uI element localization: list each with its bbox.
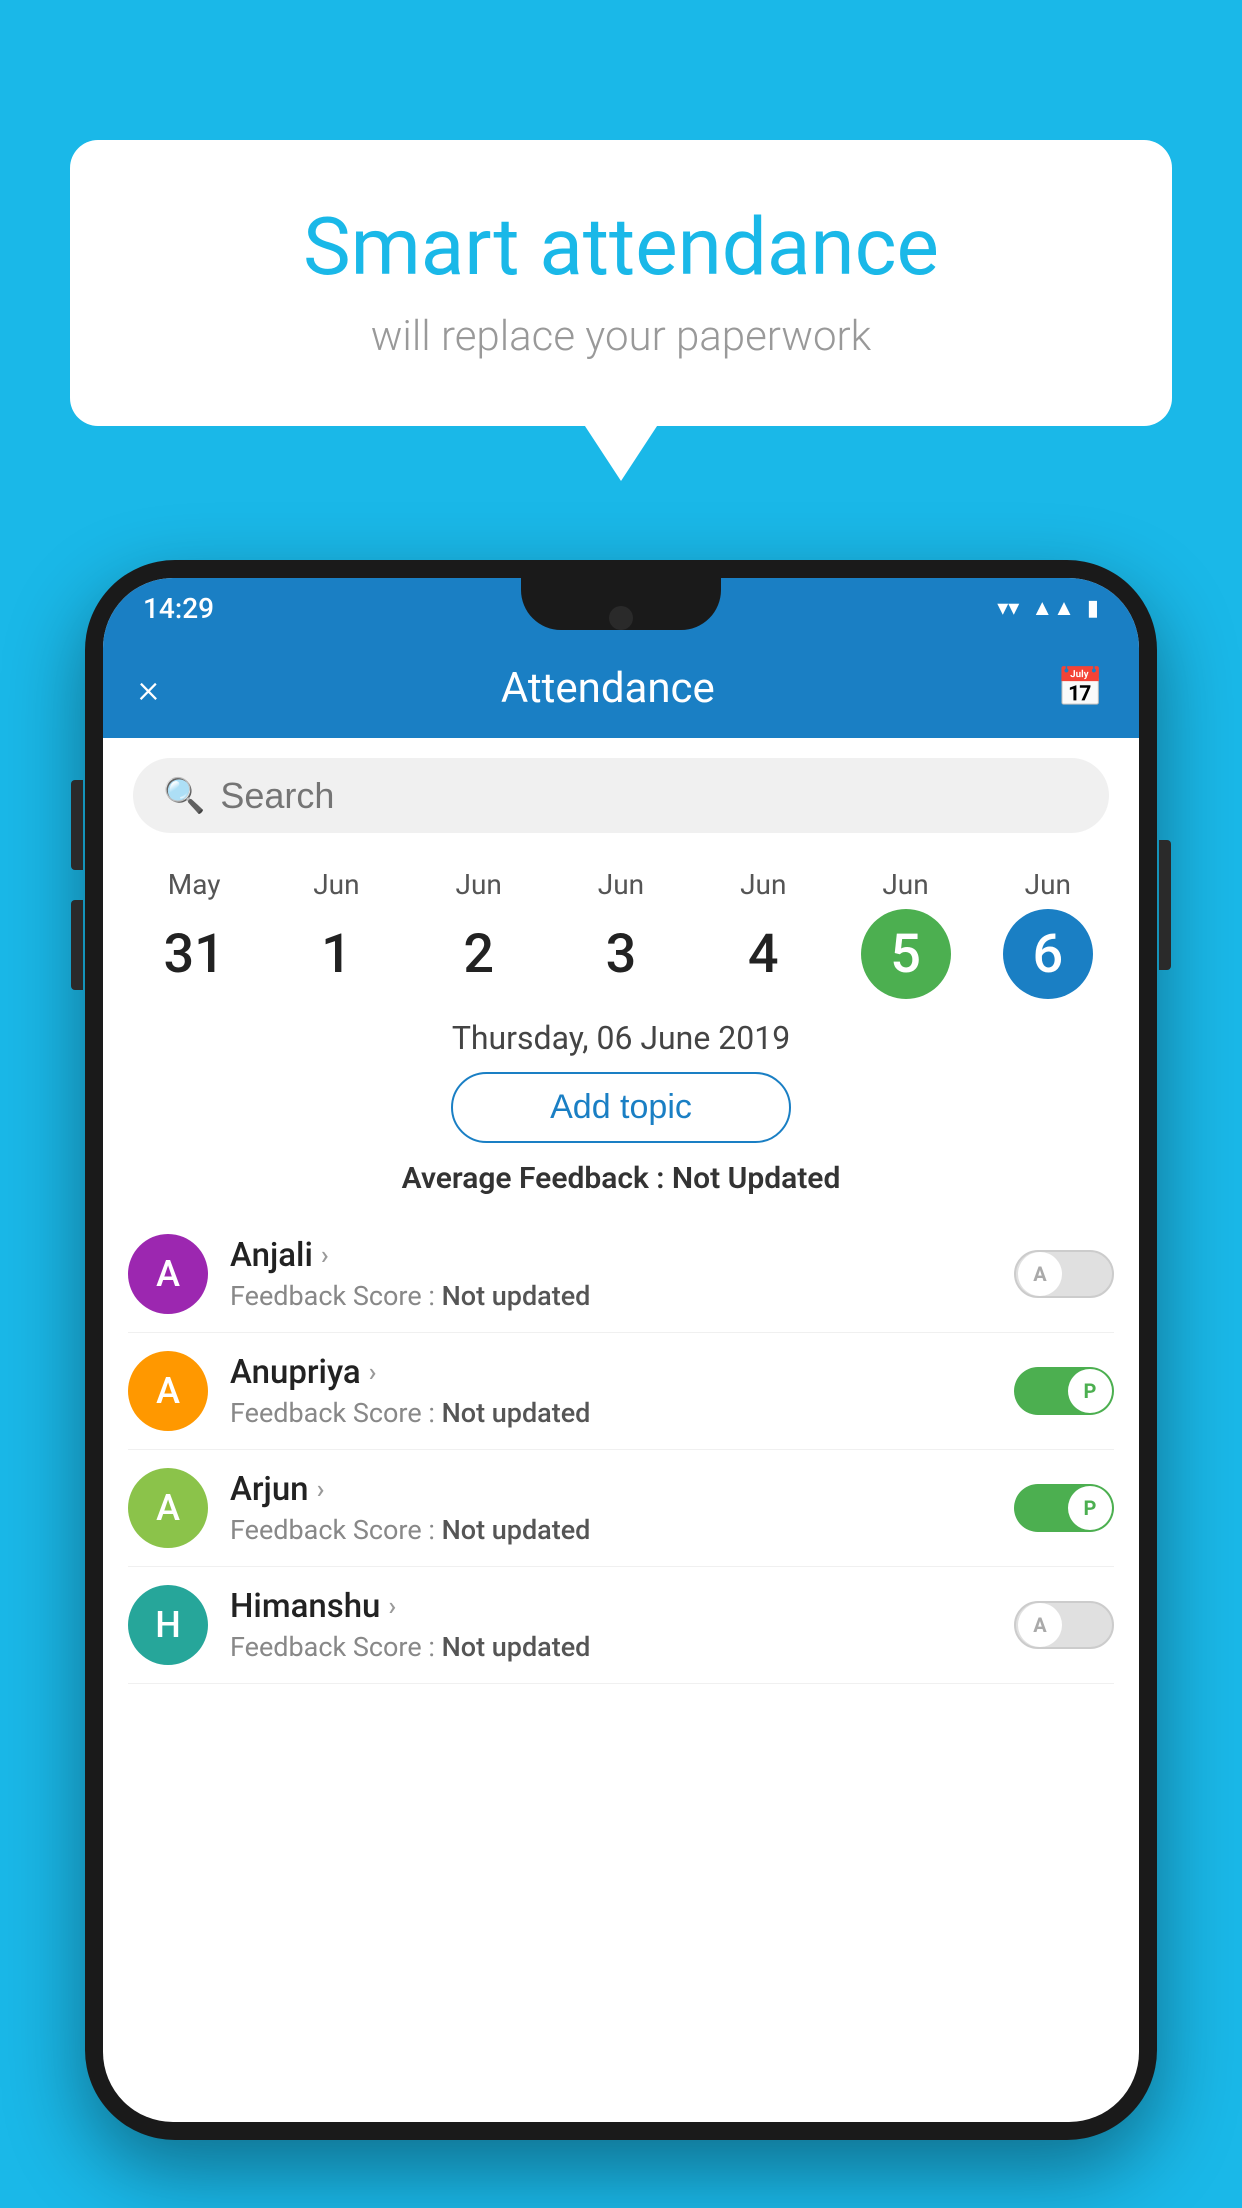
student-row[interactable]: A Anjali › Feedback Score : Not updated … (128, 1216, 1114, 1333)
attendance-toggle[interactable]: A (1014, 1250, 1114, 1298)
speech-bubble-title: Smart attendance (150, 200, 1092, 294)
cal-month-label: May (168, 868, 221, 901)
student-avatar: A (128, 1351, 208, 1431)
selected-date: Thursday, 06 June 2019 (103, 1019, 1139, 1057)
cal-month-label: Jun (1025, 868, 1071, 901)
student-name: Arjun › (230, 1470, 992, 1509)
student-row[interactable]: A Anupriya › Feedback Score : Not update… (128, 1333, 1114, 1450)
status-time: 14:29 (143, 592, 214, 625)
student-avatar: A (128, 1468, 208, 1548)
chevron-right-icon: › (317, 1475, 325, 1505)
search-input[interactable] (220, 775, 1079, 817)
feedback-score: Feedback Score : Not updated (230, 1280, 992, 1312)
avg-feedback-label: Average Feedback : (402, 1161, 665, 1196)
cal-date-number[interactable]: 31 (149, 909, 239, 999)
phone-container: 14:29 ▾▾ ▲▲ ▮ × Attendance 📅 🔍 May 31 Jun 1… (85, 560, 1157, 2208)
cal-date-number[interactable]: 4 (718, 909, 808, 999)
wifi-icon: ▾▾ (997, 596, 1019, 621)
feedback-score: Feedback Score : Not updated (230, 1631, 992, 1663)
app-bar-title: Attendance (501, 664, 715, 713)
chevron-right-icon: › (388, 1592, 396, 1622)
avg-feedback-value: Not Updated (672, 1161, 840, 1196)
toggle-knob: A (1018, 1603, 1062, 1647)
phone-outer: 14:29 ▾▾ ▲▲ ▮ × Attendance 📅 🔍 May 31 Jun 1… (85, 560, 1157, 2140)
feedback-score: Feedback Score : Not updated (230, 1514, 992, 1546)
signal-icon: ▲▲ (1031, 595, 1075, 621)
student-row[interactable]: A Arjun › Feedback Score : Not updated P (128, 1450, 1114, 1567)
cal-month-label: Jun (313, 868, 359, 901)
phone-screen: 14:29 ▾▾ ▲▲ ▮ × Attendance 📅 🔍 May 31 Jun 1… (103, 578, 1139, 2122)
attendance-toggle[interactable]: P (1014, 1367, 1114, 1415)
calendar-day[interactable]: Jun 1 (271, 868, 401, 999)
phone-button-power (1159, 840, 1171, 970)
calendar-day[interactable]: Jun 6 (983, 868, 1113, 999)
phone-notch (521, 578, 721, 630)
attendance-toggle[interactable]: P (1014, 1484, 1114, 1532)
battery-icon: ▮ (1087, 596, 1099, 621)
student-info: Himanshu › Feedback Score : Not updated (230, 1587, 992, 1663)
cal-month-label: Jun (882, 868, 928, 901)
cal-month-label: Jun (598, 868, 644, 901)
cal-month-label: Jun (456, 868, 502, 901)
calendar-day[interactable]: Jun 3 (556, 868, 686, 999)
chevron-right-icon: › (321, 1241, 329, 1271)
cal-date-number[interactable]: 1 (291, 909, 381, 999)
calendar-icon[interactable]: 📅 (1057, 666, 1104, 710)
search-icon: 🔍 (163, 776, 205, 816)
avg-feedback: Average Feedback : Not Updated (103, 1161, 1139, 1196)
student-name: Anjali › (230, 1236, 992, 1275)
chevron-right-icon: › (369, 1358, 377, 1388)
close-button[interactable]: × (138, 665, 159, 712)
calendar-day[interactable]: Jun 4 (698, 868, 828, 999)
status-icons: ▾▾ ▲▲ ▮ (997, 595, 1099, 621)
cal-date-number[interactable]: 2 (434, 909, 524, 999)
student-info: Arjun › Feedback Score : Not updated (230, 1470, 992, 1546)
student-name: Himanshu › (230, 1587, 992, 1626)
add-topic-button[interactable]: Add topic (451, 1072, 791, 1143)
attendance-toggle[interactable]: A (1014, 1601, 1114, 1649)
cal-date-number[interactable]: 3 (576, 909, 666, 999)
cal-date-number[interactable]: 5 (861, 909, 951, 999)
student-avatar: H (128, 1585, 208, 1665)
student-name: Anupriya › (230, 1353, 992, 1392)
cal-date-number[interactable]: 6 (1003, 909, 1093, 999)
calendar-strip: May 31 Jun 1 Jun 2 Jun 3 Jun 4 Jun 5 Jun 6 (103, 853, 1139, 999)
student-row[interactable]: H Himanshu › Feedback Score : Not update… (128, 1567, 1114, 1684)
speech-bubble-subtitle: will replace your paperwork (150, 312, 1092, 361)
student-info: Anjali › Feedback Score : Not updated (230, 1236, 992, 1312)
speech-bubble: Smart attendance will replace your paper… (70, 140, 1172, 426)
student-info: Anupriya › Feedback Score : Not updated (230, 1353, 992, 1429)
toggle-knob: A (1018, 1252, 1062, 1296)
toggle-knob: P (1068, 1369, 1112, 1413)
feedback-score: Feedback Score : Not updated (230, 1397, 992, 1429)
cal-month-label: Jun (740, 868, 786, 901)
phone-button-volume-down (71, 900, 83, 990)
phone-camera (609, 606, 633, 630)
student-list: A Anjali › Feedback Score : Not updated … (103, 1216, 1139, 1684)
student-avatar: A (128, 1234, 208, 1314)
app-bar: × Attendance 📅 (103, 638, 1139, 738)
calendar-day[interactable]: May 31 (129, 868, 259, 999)
speech-bubble-container: Smart attendance will replace your paper… (70, 140, 1172, 426)
toggle-knob: P (1068, 1486, 1112, 1530)
calendar-day[interactable]: Jun 5 (841, 868, 971, 999)
phone-button-volume-up (71, 780, 83, 870)
search-bar[interactable]: 🔍 (133, 758, 1109, 833)
calendar-day[interactable]: Jun 2 (414, 868, 544, 999)
